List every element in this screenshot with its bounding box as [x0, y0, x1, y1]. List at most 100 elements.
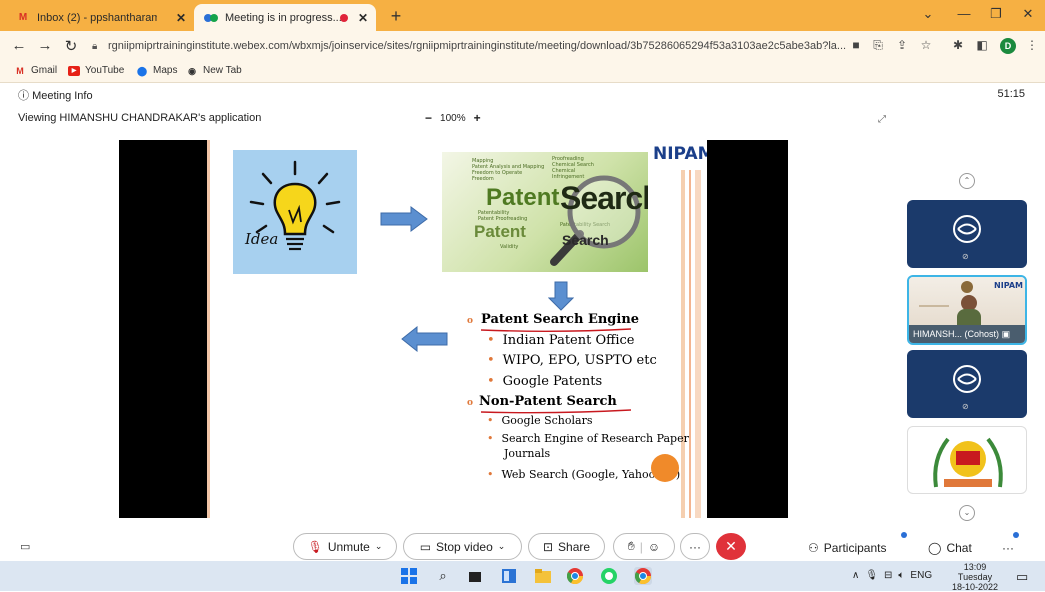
slide-right-stripe-3 [695, 170, 701, 518]
new-tab-button[interactable]: + [386, 6, 406, 27]
extensions-icon[interactable]: ✱ [950, 38, 966, 52]
chrome-active-icon[interactable] [634, 567, 652, 585]
chat-button[interactable]: ◯ Chat [928, 541, 972, 555]
profile-avatar[interactable]: D [1000, 38, 1016, 54]
close-window-button[interactable]: ✕ [1018, 6, 1038, 22]
list-item-continuation: Journals [504, 447, 551, 460]
screen-share-icon: ▣ [1001, 329, 1011, 339]
list-item-text: WIPO, EPO, USPTO etc [502, 353, 657, 368]
leave-meeting-button[interactable]: ✕ [716, 533, 746, 560]
bookmark-gmail[interactable]: M Gmail [14, 65, 57, 76]
zoom-in-button[interactable]: + [474, 112, 481, 124]
gmail-icon: M [18, 12, 28, 23]
meeting-info-button[interactable]: ⓘ Meeting Info [18, 87, 93, 103]
section-title: Non-Patent Search [479, 394, 617, 409]
participants-label: Participants [823, 541, 887, 555]
zoom-out-button[interactable]: − [425, 112, 432, 124]
bookmark-label: Maps [153, 65, 178, 76]
reactions-button[interactable]: ✋︎ | ☺ [613, 533, 675, 560]
smiley-icon: ☺ [647, 539, 661, 554]
side-panel-icon[interactable]: ◧ [974, 38, 990, 52]
back-arrow-icon[interactable]: ← [10, 37, 28, 54]
windows-start-icon[interactable] [400, 567, 418, 585]
reload-icon[interactable]: ↻ [62, 37, 80, 55]
word-cloud: Mapping Patent Analysis and Mapping Free… [472, 158, 544, 182]
share-button[interactable]: ⊡ Share [528, 533, 605, 560]
restore-button[interactable]: ❐ [986, 6, 1006, 22]
network-icon[interactable]: ⊟ [884, 570, 892, 581]
info-icon: ⓘ [18, 90, 33, 102]
list-item: • Search Engine of Research Paper [487, 432, 689, 445]
tab-webex-meeting[interactable]: Meeting is in progress... ✕ [194, 4, 376, 31]
taskbar-clock[interactable]: 13:09 Tuesday 18-10-2022 [950, 562, 1000, 592]
tab-gmail-inbox[interactable]: M Inbox (2) - ppshantharaman@gm ✕ [6, 4, 194, 31]
participant-tile-audio[interactable]: ⊘ [907, 350, 1027, 418]
url-text: rgniipmiprtraininginstitute.webex.com/wb… [108, 40, 847, 52]
muted-mic-icon: ⊘ [962, 402, 969, 411]
participant-tile-audio[interactable]: ⊘ [907, 200, 1027, 268]
address-bar[interactable]: 🔒︎ rgniipmiprtraininginstitute.webex.com/… [92, 37, 862, 56]
viewing-label: Viewing HIMANSHU CHANDRAKAR's applicatio… [18, 112, 262, 124]
more-label: ··· [1002, 541, 1014, 555]
bookmark-star-icon[interactable]: ☆ [918, 38, 934, 52]
forward-arrow-icon[interactable]: → [36, 37, 54, 54]
chrome-icon[interactable] [566, 567, 584, 585]
participant-tile-active-speaker[interactable]: NIPAM HIMANSH... (Cohost) ▣ [907, 275, 1027, 345]
translate-icon[interactable]: ⎘ [870, 38, 886, 53]
search-icon[interactable]: ⌕ [434, 567, 452, 585]
scroll-down-icon[interactable]: ⌄ [959, 505, 975, 521]
meeting-info-label: Meeting Info [32, 90, 93, 102]
participants-notification-dot [901, 532, 907, 538]
close-icon[interactable]: ✕ [358, 11, 368, 25]
task-view-icon[interactable] [466, 567, 484, 585]
notifications-icon[interactable]: ▭ [1016, 569, 1028, 585]
patent-search-image: Mapping Patent Analysis and Mapping Free… [442, 152, 648, 272]
institute-emblem-icon [933, 437, 1003, 488]
list-item: • Indian Patent Office [487, 333, 635, 348]
participant-tile-logo[interactable] [907, 426, 1027, 494]
list-item-text: Google Scholars [501, 414, 593, 427]
more-options-button[interactable]: ··· [680, 533, 710, 560]
minimize-button[interactable]: — [954, 6, 974, 21]
participants-button[interactable]: ⚇ Participants [808, 541, 886, 555]
banner-line [919, 305, 949, 307]
bookmark-youtube[interactable]: ▶ YouTube [68, 65, 124, 76]
share-page-icon[interactable]: ⇪ [894, 38, 910, 52]
participant-name: HIMANSH... [913, 329, 963, 339]
microphone-icon[interactable]: 🎙︎ [865, 570, 878, 581]
file-explorer-icon[interactable] [534, 567, 552, 585]
more-panels-button[interactable]: ··· [1002, 541, 1014, 555]
stop-video-button[interactable]: ▭ Stop video ⌄ [403, 533, 522, 560]
scroll-up-icon[interactable]: ⌃ [959, 173, 975, 189]
volume-icon[interactable]: 🔈︎ [898, 570, 904, 581]
speaker-body [957, 309, 981, 325]
camera-indicator-icon[interactable]: ■ [848, 38, 864, 52]
meeting-header: ⓘ Meeting Info 51:15 [0, 83, 1045, 105]
browser-tab-strip: M Inbox (2) - ppshantharaman@gm ✕ Meetin… [0, 0, 1045, 31]
tab-search-chevron-icon[interactable]: ⌄ [918, 6, 938, 22]
expand-icon[interactable]: ⤢ [878, 114, 886, 125]
slide-right-stripe-1 [681, 170, 685, 518]
unmute-button[interactable]: 🎙︎ Unmute ⌄ [293, 533, 397, 560]
muted-mic-icon: ⊘ [962, 252, 969, 261]
widgets-icon[interactable] [500, 567, 518, 585]
divider: | [639, 539, 643, 554]
show-hidden-icons-icon[interactable]: ∧ [852, 570, 859, 581]
system-tray: ∧ 🎙︎ ⊟ 🔈︎ ENG [852, 570, 932, 581]
language-indicator[interactable]: ENG [910, 570, 932, 581]
captions-icon[interactable]: ▭ [20, 540, 30, 553]
patent-word-small: Patent [474, 222, 526, 241]
list-item-text: Indian Patent Office [502, 333, 635, 348]
bookmark-label: New Tab [203, 65, 242, 76]
bookmark-maps[interactable]: ⬤ Maps [136, 65, 178, 76]
bookmark-new-tab[interactable]: ◉ New Tab [186, 65, 242, 76]
bullet-dot-icon: • [487, 353, 495, 368]
list-item: • Google Scholars [487, 414, 592, 427]
browser-menu-icon[interactable]: ⋮ [1024, 38, 1040, 52]
muted-mic-icon: 🎙︎ [307, 539, 323, 554]
list-item-text: Search Engine of Research Paper [501, 432, 689, 445]
close-icon[interactable]: ✕ [176, 11, 186, 25]
whatsapp-icon[interactable] [600, 567, 618, 585]
bookmark-label: Gmail [31, 65, 58, 76]
participants-icon: ⚇ [808, 541, 819, 555]
